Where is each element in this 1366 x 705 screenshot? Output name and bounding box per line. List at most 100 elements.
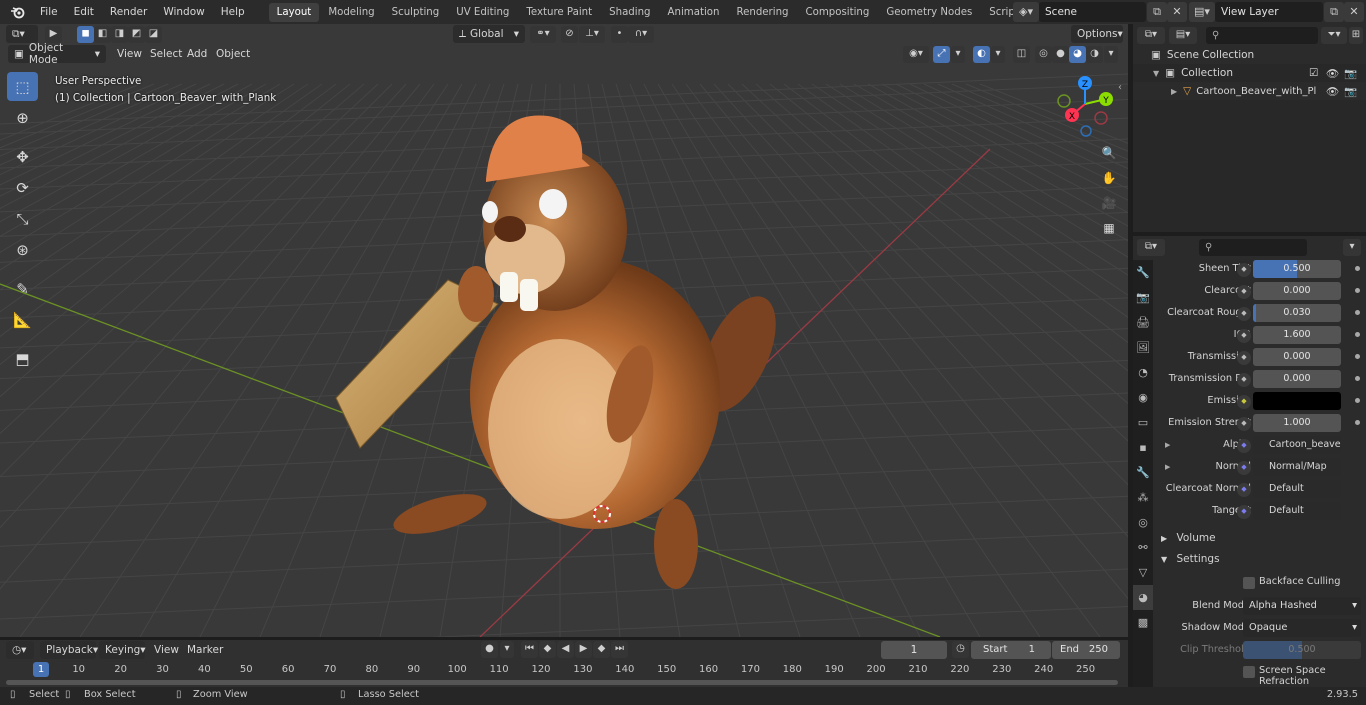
property-field[interactable]: 0.000 [1253,370,1341,388]
jump-start-icon[interactable]: ⏮ [521,641,538,658]
transform-orientation-dropdown[interactable]: ⟂ Global ▾ [453,25,525,43]
tab-modeling[interactable]: Modeling [320,3,382,22]
expand-arrow-icon[interactable]: ▶ [1171,87,1177,96]
wireframe-shading-icon[interactable]: ◎ [1035,46,1052,63]
frame-ruler[interactable]: 1 10 20 30 40 50 60 70 80 90 100 110 120 130 140 150 160… [0,662,1128,680]
outliner-editor-type-icon[interactable]: ⧉▾ [1137,27,1165,44]
keyframe-dot-icon[interactable] [1355,354,1360,359]
scene-browse-icon[interactable]: ◈▾ [1013,2,1039,22]
jump-next-keyframe-icon[interactable]: ◆ [593,641,610,658]
display-mode-icon[interactable]: ▤▾ [1169,27,1197,44]
outliner-row-collection[interactable]: ▼ ▣ Collection ☑ 👁 📷 [1133,64,1366,82]
collection-properties-icon[interactable]: ▭ [1133,410,1153,435]
render-camera-icon[interactable]: 📷 [1344,85,1357,98]
ssr-checkbox[interactable] [1243,666,1255,678]
menu-render[interactable]: Render [102,2,155,22]
camera-view-icon[interactable]: 🎥 [1098,192,1120,214]
playhead-frame[interactable]: 1 [33,662,49,677]
material-properties-icon[interactable]: ◕ [1133,585,1153,610]
outliner-search-input[interactable]: ⚲ [1206,27,1318,44]
tab-shading[interactable]: Shading [601,3,658,22]
view-layer-delete-icon[interactable]: ✕ [1344,2,1364,22]
tab-compositing[interactable]: Compositing [798,3,878,22]
properties-search-input[interactable]: ⚲ [1199,239,1307,256]
perspective-toggle-icon[interactable]: ▦ [1098,217,1120,239]
expand-arrow-icon[interactable]: ▶ [1165,436,1170,454]
socket-icon[interactable]: ◆ [1237,285,1251,299]
select-tool-icon[interactable]: ▶ [45,26,62,43]
scene-name-field[interactable]: Scene [1039,2,1146,22]
preview-range-clock-icon[interactable]: ◷ [952,641,969,658]
beaver-model[interactable] [335,115,791,589]
3d-viewport[interactable]: Y X Z ⧉▾ ▶ ◼ ◧ ◨ ◩ ◪ ⟂ Global ▾ ⚭▾ ⊘ ⊥▾ … [0,24,1128,637]
rotate-tool-icon[interactable]: ⟳ [7,173,38,202]
annotate-tool-icon[interactable]: ✎ [7,274,38,303]
keyframe-dot-icon[interactable] [1355,266,1360,271]
proportional-edit-icon[interactable]: • [611,26,628,43]
socket-icon[interactable]: ◆ [1237,439,1251,453]
settings-section[interactable]: ▼ Settings [1153,549,1366,569]
zoom-icon[interactable]: 🔍 [1098,142,1120,164]
data-properties-icon[interactable]: ▽ [1133,560,1153,585]
property-field[interactable]: 0.030 [1253,304,1341,322]
snap-target-icon[interactable]: ⊥▾ [579,26,605,43]
menu-window[interactable]: Window [155,2,212,22]
tab-sculpting[interactable]: Sculpting [384,3,448,22]
tab-geometry-nodes[interactable]: Geometry Nodes [878,3,980,22]
texture-properties-icon[interactable]: ▩ [1133,610,1153,635]
keyframe-dot-icon[interactable] [1355,288,1360,293]
keyframe-dot-icon[interactable] [1355,398,1360,403]
sidebar-toggle-icon[interactable]: ‹ [1118,82,1122,93]
keying-set-icon[interactable]: ▾ [500,641,514,658]
menu-help[interactable]: Help [213,2,253,22]
current-frame-field[interactable]: 1 [881,641,947,659]
cursor-tool-icon[interactable]: ⊕ [7,103,38,132]
proportional-falloff-icon[interactable]: ∩▾ [628,26,654,43]
pan-hand-icon[interactable]: ✋ [1098,167,1120,189]
scale-tool-icon[interactable]: ⤡ [7,204,38,233]
keyframe-dot-icon[interactable] [1355,376,1360,381]
end-frame-field[interactable]: End 250 [1052,641,1120,659]
property-field[interactable]: 0.000 [1253,282,1341,300]
property-field[interactable]: Normal/Map [1253,458,1341,476]
view-layer-icon[interactable]: 🖼 [1133,335,1153,360]
add-cube-tool-icon[interactable]: ⬒ [7,344,38,373]
playback-menu[interactable]: Playback ▾ [40,641,98,659]
property-field[interactable]: 0.000 [1253,348,1341,366]
measure-tool-icon[interactable]: 📐 [7,305,38,334]
select-intersect-icon[interactable]: ◪ [145,26,162,43]
render-camera-icon[interactable]: 📷 [1344,67,1357,80]
view-layer-field[interactable]: View Layer [1215,2,1323,22]
output-properties-icon[interactable]: 🖨 [1133,310,1153,335]
socket-icon[interactable]: ◆ [1237,307,1251,321]
move-tool-icon[interactable]: ✥ [7,142,38,171]
tab-uv-editing[interactable]: UV Editing [448,3,517,22]
expand-arrow-icon[interactable]: ▼ [1153,69,1159,78]
new-collection-icon[interactable]: ⊞ [1349,27,1363,44]
tab-texture-paint[interactable]: Texture Paint [518,3,600,22]
gizmo-options-icon[interactable]: ▾ [951,46,965,63]
render-properties-icon[interactable]: 📷 [1133,285,1153,310]
view-layer-new-icon[interactable]: ⧉ [1324,2,1344,22]
keying-menu[interactable]: Keying ▾ [99,641,146,659]
keyframe-dot-icon[interactable] [1355,420,1360,425]
socket-icon[interactable]: ◆ [1237,505,1251,519]
menu-file[interactable]: File [32,2,66,22]
clip-threshold-slider[interactable]: 0.500 [1243,641,1361,659]
scene-new-icon[interactable]: ⧉ [1147,2,1167,22]
viewport-menu-object[interactable]: Object [216,45,250,63]
tab-layout[interactable]: Layout [268,2,320,22]
socket-icon[interactable]: ◆ [1237,461,1251,475]
viewport-menu-select[interactable]: Select [150,45,182,63]
constraint-properties-icon[interactable]: ⚯ [1133,535,1153,560]
keyframe-dot-icon[interactable] [1355,310,1360,315]
scene-properties-icon[interactable]: ◔ [1133,360,1153,385]
property-field[interactable]: 1.000 [1253,414,1341,432]
visibility-eye-icon[interactable]: 👁 [1326,85,1339,98]
select-new-icon[interactable]: ◼ [77,26,94,43]
show-overlays-icon[interactable]: ◐ [973,46,990,63]
backface-culling-checkbox[interactable] [1243,577,1255,589]
play-reverse-icon[interactable]: ◀ [557,641,574,658]
outliner-row-beaver[interactable]: ▶ ▽ Cartoon_Beaver_with_Pl 👁 📷 [1133,82,1366,100]
play-icon[interactable]: ▶ [575,641,592,658]
